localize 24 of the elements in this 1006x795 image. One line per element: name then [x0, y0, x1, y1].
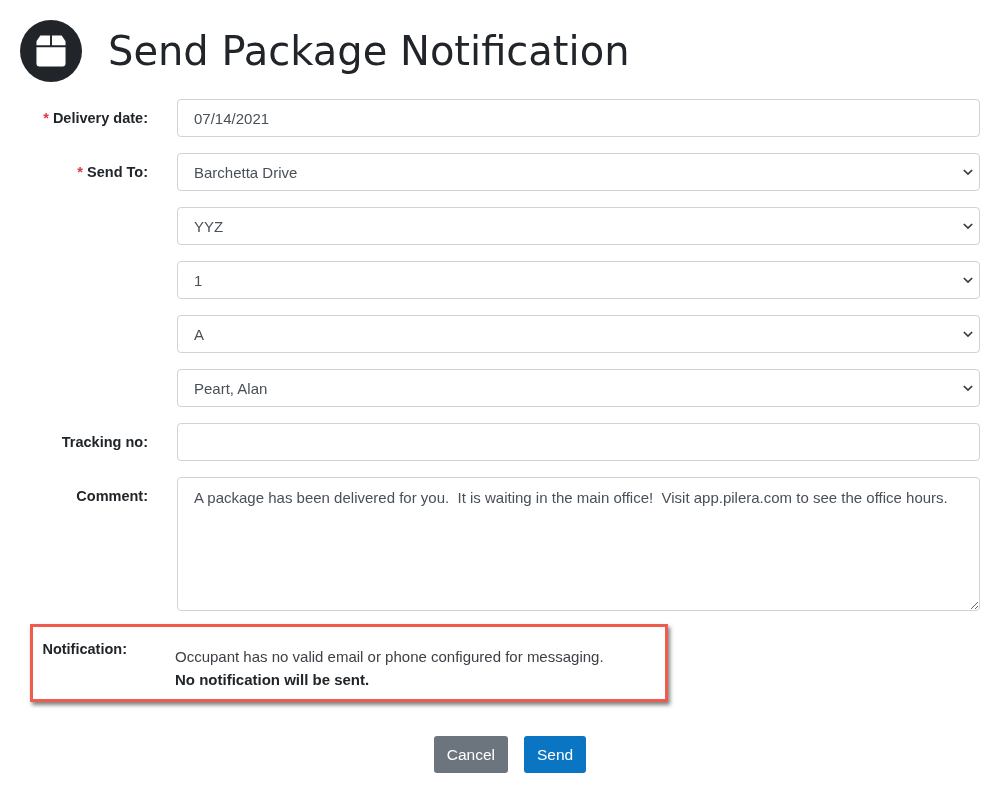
send-button[interactable]: Send — [524, 736, 587, 773]
chevron-down-icon — [963, 384, 973, 392]
notification-message: Occupant has no valid email or phone configured for messaging. — [175, 647, 604, 667]
notification-warning: No notification will be sent. — [175, 670, 371, 690]
field-label: * Send To: — [77, 164, 148, 180]
input-field[interactable] — [177, 423, 980, 461]
field-label: * Delivery date: — [43, 110, 148, 126]
dropdown[interactable]: 1 — [177, 261, 980, 299]
chevron-down-icon — [963, 222, 973, 230]
input-field[interactable]: 07/14/2021 — [177, 99, 980, 137]
notification-label: Notification: — [42, 641, 127, 657]
dropdown[interactable]: YYZ — [177, 207, 980, 245]
field-label: Comment: — [76, 488, 148, 504]
cancel-button[interactable]: Cancel — [433, 736, 508, 773]
dropdown[interactable]: A — [177, 315, 980, 353]
field-label: Tracking no: — [61, 434, 148, 450]
dropdown[interactable]: Barchetta Drive — [177, 153, 980, 191]
chevron-down-icon — [963, 330, 973, 338]
package-icon — [20, 20, 82, 82]
chevron-down-icon — [963, 276, 973, 284]
page-title: Send Package Notification — [108, 28, 630, 74]
dropdown[interactable]: Peart, Alan — [177, 369, 980, 407]
comment-field[interactable]: A package has been delivered for you. It is waiting in the main office! Visit app.pilera.com to see the office hours. — [177, 477, 980, 611]
chevron-down-icon — [963, 168, 973, 176]
